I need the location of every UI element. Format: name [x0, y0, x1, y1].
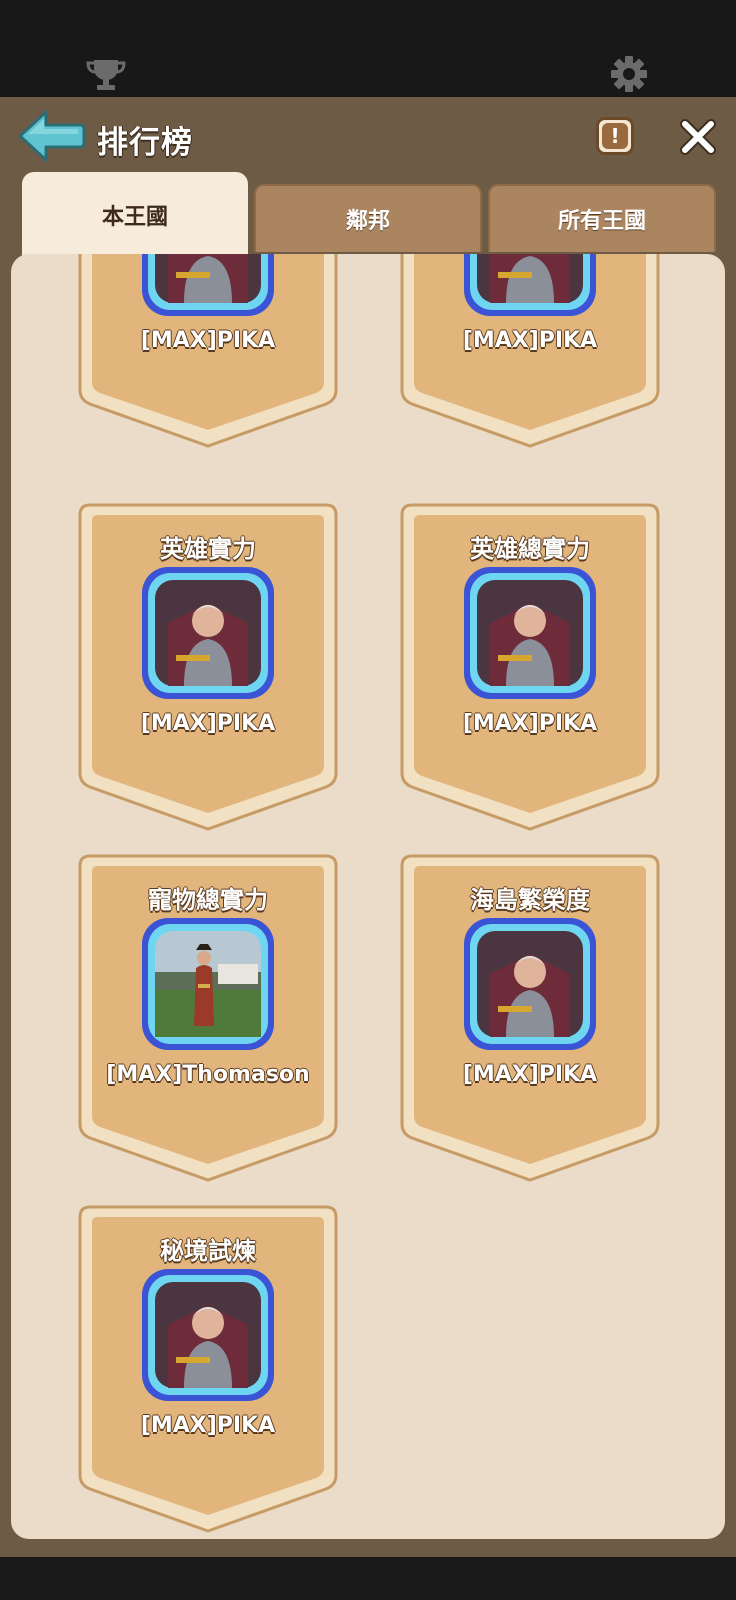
gear-icon[interactable]	[610, 55, 648, 93]
player-name: [MAX]PIKA	[140, 328, 276, 353]
card-category: 海島繁榮度	[470, 886, 590, 914]
avatar-king-portrait[interactable]	[460, 563, 600, 703]
tab-label: 鄰邦	[345, 209, 390, 234]
leaderboard-card[interactable]: 英雄實力 [MAX]PIKA	[76, 501, 340, 833]
player-name: [MAX]PIKA	[462, 711, 598, 736]
avatar-king-portrait[interactable]	[138, 254, 278, 320]
card-category: 英雄實力	[160, 535, 256, 563]
player-name: [MAX]PIKA	[140, 1413, 276, 1438]
back-arrow-icon[interactable]	[16, 107, 86, 165]
tab-label: 本王國	[101, 205, 168, 230]
navigation-bar	[0, 1557, 736, 1600]
player-name: [MAX]PIKA	[462, 1062, 598, 1087]
player-name: [MAX]Thomason	[106, 1062, 310, 1087]
avatar-king-portrait[interactable]	[138, 1265, 278, 1405]
tab-label: 所有王國	[557, 209, 646, 234]
leaderboard-card[interactable]: 寵物總實力 [MAX]Thomason	[76, 852, 340, 1184]
card-category: 秘境試煉	[160, 1237, 256, 1265]
leaderboard-card[interactable]: [MAX]PIKA	[76, 254, 340, 450]
avatar-king-portrait[interactable]	[138, 563, 278, 703]
page-title: 排行榜	[97, 125, 193, 161]
leaderboard-header: 排行榜 !	[0, 97, 736, 177]
tab-all-kingdoms[interactable]: 所有王國	[488, 184, 716, 252]
player-name: [MAX]PIKA	[462, 328, 598, 353]
leaderboard-card[interactable]: 秘境試煉 [MAX]PIKA	[76, 1203, 340, 1535]
card-category: 寵物總實力	[148, 886, 268, 914]
avatar-king-portrait[interactable]	[460, 254, 600, 320]
player-name: [MAX]PIKA	[140, 711, 276, 736]
leaderboard-card[interactable]: [MAX]PIKA	[398, 254, 662, 450]
exclamation-icon: !	[602, 123, 628, 149]
avatar-king-portrait[interactable]	[460, 914, 600, 1054]
status-bar	[0, 0, 736, 97]
tab-neighbors[interactable]: 鄰邦	[254, 184, 482, 252]
avatar-pirate-photo[interactable]	[138, 914, 278, 1054]
card-category: 英雄總實力	[470, 535, 590, 563]
leaderboard-card[interactable]: 海島繁榮度 [MAX]PIKA	[398, 852, 662, 1184]
close-icon[interactable]	[678, 117, 718, 157]
trophy-icon[interactable]	[86, 56, 126, 92]
info-button[interactable]: !	[596, 117, 634, 155]
leaderboard-panel[interactable]: [MAX]PIKA [MAX]PIKA 英雄實力 [MAX]PIKA 英雄總實力…	[11, 254, 725, 1539]
leaderboard-card[interactable]: 英雄總實力 [MAX]PIKA	[398, 501, 662, 833]
tab-home-kingdom[interactable]: 本王國	[22, 172, 248, 258]
tab-bar: 鄰邦 所有王國 本王國	[0, 172, 736, 258]
